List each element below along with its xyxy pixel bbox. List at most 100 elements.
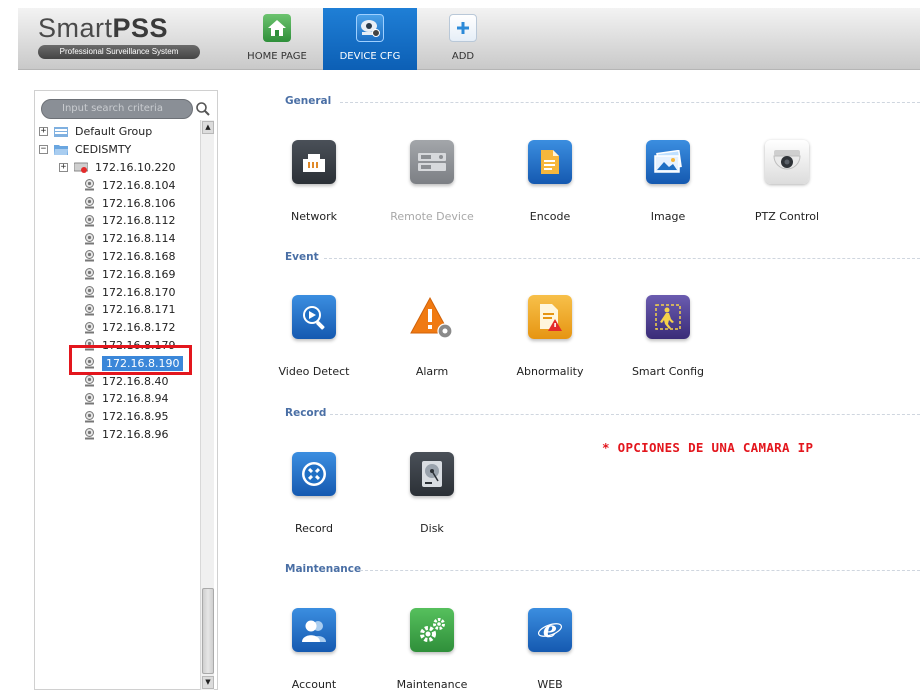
tree-item-cedismty[interactable]: − CEDISMTY: [39, 141, 199, 159]
tree-item-camera[interactable]: 172.16.8.106: [39, 194, 199, 212]
disk-icon: [410, 452, 454, 496]
record-icon: [292, 452, 336, 496]
tree-item-camera[interactable]: 172.16.8.95: [39, 408, 199, 426]
tree-item-camera[interactable]: 172.16.8.112: [39, 212, 199, 230]
logo-text: Smart: [38, 13, 113, 43]
tree-item-camera[interactable]: 172.16.8.169: [39, 265, 199, 283]
remote-device-button[interactable]: Remote Device: [382, 140, 482, 223]
smart-config-button[interactable]: Smart Config: [618, 295, 718, 378]
scroll-thumb[interactable]: [202, 588, 214, 674]
camera-icon: [85, 321, 94, 334]
encode-icon: [528, 140, 572, 184]
camera-icon: [85, 232, 94, 245]
disk-button[interactable]: Disk: [382, 452, 482, 535]
abnormality-icon: [528, 295, 572, 339]
ptz-control-label: PTZ Control: [754, 210, 820, 223]
tree-item-label: 172.16.8.104: [102, 178, 176, 192]
account-label: Account: [291, 678, 337, 691]
scroll-up-icon[interactable]: ▲: [202, 121, 214, 134]
tree-item-camera[interactable]: 172.16.8.94: [39, 390, 199, 408]
annotation-note: * OPCIONES DE UNA CAMARA IP: [602, 440, 814, 455]
tree-item-camera[interactable]: 172.16.8.171: [39, 301, 199, 319]
camera-icon: [85, 375, 94, 387]
tree-item-camera[interactable]: 172.16.8.104: [39, 176, 199, 194]
tree-scrollbar[interactable]: ▲ ▼: [200, 120, 214, 690]
scroll-down-icon[interactable]: ▼: [202, 676, 214, 689]
camera-icon: [85, 428, 94, 440]
svg-text:e: e: [543, 617, 557, 643]
video-detect-label: Video Detect: [278, 365, 350, 378]
tree-item-label: 172.16.8.112: [102, 214, 176, 228]
search-input[interactable]: Input search criteria: [41, 99, 193, 119]
tree-item-camera[interactable]: 172.16.8.172: [39, 319, 199, 337]
camera-icon: [85, 286, 94, 298]
logo-subtitle: Professional Surveillance System: [38, 45, 200, 59]
maintenance-icon: [410, 608, 454, 652]
nvr-device-icon: [74, 162, 88, 173]
alarm-icon: [410, 295, 454, 339]
section-divider: [324, 258, 920, 259]
tab-add[interactable]: ADD: [423, 8, 503, 70]
tree-item-label: 172.16.8.171: [102, 303, 176, 317]
device-tree-panel: Input search criteria + Default Group − …: [34, 90, 218, 690]
network-icon: [292, 140, 336, 184]
web-button[interactable]: e WEB: [500, 608, 600, 691]
device-config-content: General Network Remote Device Encode Ima…: [232, 82, 920, 695]
camera-icon: [85, 268, 94, 280]
search-icon[interactable]: [191, 98, 215, 120]
camera-icon: [85, 179, 94, 191]
expand-icon[interactable]: +: [59, 162, 68, 172]
top-toolbar: SmartPSS Professional Surveillance Syste…: [18, 8, 920, 70]
section-divider: [330, 414, 920, 415]
encode-label: Encode: [529, 210, 571, 223]
remote-device-label: Remote Device: [390, 210, 474, 223]
tree-item-camera[interactable]: 172.16.8.170: [39, 283, 199, 301]
tree-item-camera[interactable]: 172.16.8.96: [39, 426, 199, 444]
ptz-control-button[interactable]: PTZ Control: [737, 140, 837, 223]
tree-item-label: Default Group: [75, 125, 153, 139]
home-icon: [263, 14, 291, 42]
web-icon: e: [528, 608, 572, 652]
tree-item-camera[interactable]: 172.16.8.168: [39, 248, 199, 266]
section-title-record: Record: [285, 407, 327, 419]
abnormality-button[interactable]: Abnormality: [500, 295, 600, 378]
video-detect-button[interactable]: Video Detect: [264, 295, 364, 378]
web-label: WEB: [537, 678, 563, 691]
account-icon: [292, 608, 336, 652]
alarm-button[interactable]: Alarm: [382, 295, 482, 378]
tree-item-label: 172.16.8.95: [102, 410, 169, 424]
remote-device-icon: [410, 140, 454, 184]
tree-item-camera[interactable]: 172.16.8.114: [39, 230, 199, 248]
expand-icon[interactable]: +: [39, 127, 48, 137]
network-button[interactable]: Network: [264, 140, 364, 223]
tree-item-device[interactable]: + 172.16.10.220: [39, 159, 199, 177]
tree-item-label: 172.16.8.114: [102, 232, 176, 246]
section-divider: [360, 570, 920, 571]
tree-item-label: 172.16.8.94: [102, 392, 169, 406]
tab-device-cfg[interactable]: DEVICE CFG: [323, 8, 417, 70]
camera-icon: [85, 214, 94, 227]
tab-home-label: HOME PAGE: [247, 51, 307, 62]
disk-label: Disk: [420, 522, 444, 535]
open-folder-icon: [54, 145, 68, 156]
smart-config-icon: [646, 295, 690, 339]
collapse-icon[interactable]: −: [39, 145, 48, 155]
encode-button[interactable]: Encode: [500, 140, 600, 223]
camera-icon: [85, 303, 94, 316]
maintenance-button[interactable]: Maintenance: [382, 608, 482, 691]
section-title-maintenance: Maintenance: [285, 563, 362, 575]
tree-item-label: 172.16.8.172: [102, 321, 176, 335]
device-config-icon: [356, 14, 384, 42]
camera-icon: [85, 197, 94, 209]
tab-home-page[interactable]: HOME PAGE: [238, 8, 316, 70]
folder-icon: [54, 127, 68, 138]
account-button[interactable]: Account: [264, 608, 364, 691]
record-button[interactable]: Record: [264, 452, 364, 535]
alarm-label: Alarm: [415, 365, 449, 378]
tree-item-default-group[interactable]: + Default Group: [39, 123, 199, 141]
device-tree: + Default Group − CEDISMTY + 172.16.10.2…: [39, 123, 199, 443]
video-detect-icon: [292, 295, 336, 339]
tree-item-label: 172.16.8.170: [102, 285, 176, 299]
tree-item-label: 172.16.8.40: [102, 374, 169, 388]
image-button[interactable]: Image: [618, 140, 718, 223]
